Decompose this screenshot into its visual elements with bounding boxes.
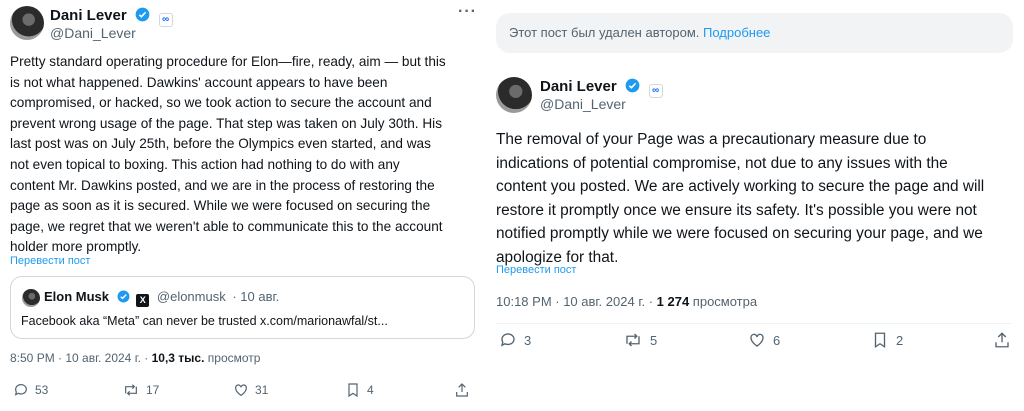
like-count: 31 xyxy=(255,383,269,397)
reply-button[interactable]: 3 xyxy=(499,331,531,349)
timestamp-text: 10:18 PM · 10 авг. 2024 г. · xyxy=(496,294,657,309)
divider xyxy=(496,323,1011,324)
repost-button[interactable]: 17 xyxy=(122,382,159,398)
share-button[interactable] xyxy=(993,331,1011,349)
author-header: Dani Lever ∞ xyxy=(50,7,173,27)
learn-more-link[interactable]: Подробнее xyxy=(703,25,770,40)
share-icon xyxy=(456,383,468,397)
author-handle[interactable]: @Dani_Lever xyxy=(50,25,136,41)
post-text: Pretty standard operating procedure for … xyxy=(10,54,446,255)
timestamp-text: 8:50 PM · 10 авг. 2024 г. · xyxy=(10,351,152,365)
verified-badge-icon xyxy=(625,78,640,93)
like-count: 6 xyxy=(773,332,781,348)
bookmark-button[interactable]: 4 xyxy=(345,382,374,398)
quoted-post[interactable]: Elon Musk X @elonmusk · 10 авг. Facebook… xyxy=(10,276,475,339)
more-icon[interactable]: ··· xyxy=(458,3,477,21)
reply-count: 3 xyxy=(524,332,532,348)
share-button[interactable] xyxy=(454,382,470,398)
like-button[interactable]: 6 xyxy=(748,331,780,349)
meta-badge-icon: ∞ xyxy=(648,84,663,98)
like-icon xyxy=(235,384,247,397)
quote-text: Facebook aka “Meta” can never be trusted… xyxy=(21,314,388,328)
like-button[interactable]: 31 xyxy=(233,382,268,398)
repost-icon xyxy=(125,384,137,396)
quote-date: · 10 авг. xyxy=(232,289,280,304)
author-name[interactable]: Dani Lever xyxy=(50,7,127,24)
reply-count: 53 xyxy=(35,383,49,397)
post-text: The removal of your Page was a precautio… xyxy=(496,131,985,266)
deleted-notice-text: Этот пост был удален автором. xyxy=(509,25,703,40)
views-label: просмотра xyxy=(689,294,758,309)
author-avatar[interactable] xyxy=(10,6,44,40)
x-badge-icon: X xyxy=(136,294,150,307)
repost-button[interactable]: 5 xyxy=(623,331,657,349)
repost-icon xyxy=(626,333,640,347)
meta-badge-icon: ∞ xyxy=(158,13,173,27)
reply-icon xyxy=(500,333,515,347)
reply-button[interactable]: 53 xyxy=(13,382,48,398)
author-header: Dani Lever ∞ xyxy=(540,78,663,98)
bookmark-count: 4 xyxy=(367,383,374,397)
views-label: просмотр xyxy=(204,351,261,365)
quote-author-avatar xyxy=(22,289,40,307)
quote-author-name: Elon Musk xyxy=(44,289,110,304)
views-count: 1 274 xyxy=(656,294,690,309)
quote-author-handle: @elonmusk xyxy=(156,289,226,304)
right-post: Этот пост был удален автором. Подробнее … xyxy=(483,0,1024,411)
bookmark-icon xyxy=(348,383,358,398)
quote-author-header: Elon Musk X @elonmusk · 10 авг. xyxy=(44,289,279,307)
translate-link[interactable]: Перевести пост xyxy=(10,255,90,267)
deleted-post-notice: Этот пост был удален автором. Подробнее xyxy=(496,13,1013,53)
bookmark-button[interactable]: 2 xyxy=(871,331,903,349)
bookmark-count: 2 xyxy=(896,332,904,348)
left-post: Dani Lever ∞ @Dani_Lever ··· Pretty stan… xyxy=(0,0,483,411)
repost-count: 5 xyxy=(650,332,658,348)
author-handle[interactable]: @Dani_Lever xyxy=(540,96,626,112)
verified-badge-icon xyxy=(117,290,130,303)
post-timestamp[interactable]: 10:18 PM · 10 авг. 2024 г. · 1 274 просм… xyxy=(496,294,757,309)
bookmark-icon xyxy=(874,332,886,349)
like-icon xyxy=(750,333,764,347)
verified-badge-icon xyxy=(135,7,150,22)
author-avatar[interactable] xyxy=(496,77,532,113)
repost-count: 17 xyxy=(146,383,160,397)
share-icon xyxy=(995,332,1009,348)
views-count: 10,3 тыс. xyxy=(151,351,205,365)
translate-link[interactable]: Перевести пост xyxy=(496,264,576,276)
author-name[interactable]: Dani Lever xyxy=(540,78,617,95)
post-timestamp[interactable]: 8:50 PM · 10 авг. 2024 г. · 10,3 тыс. пр… xyxy=(10,351,260,365)
reply-icon xyxy=(14,384,27,396)
